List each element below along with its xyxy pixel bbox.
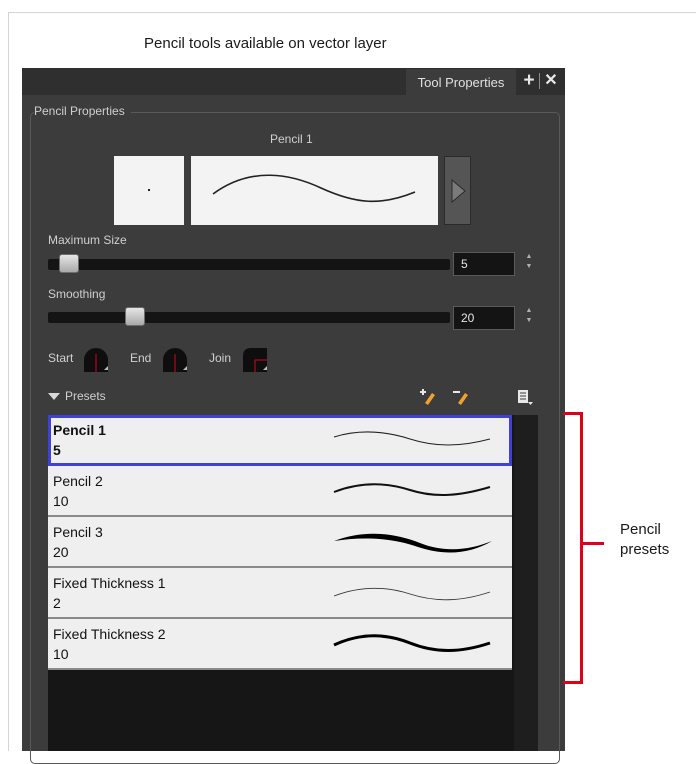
maximum-size-label: Maximum Size [48, 233, 127, 247]
preset-name: Pencil 3 [53, 524, 103, 540]
tab-tool-properties[interactable]: Tool Properties [406, 69, 516, 95]
presets-header-label: Presets [65, 389, 106, 403]
end-label: End [130, 351, 152, 365]
smoothing-spinner[interactable]: ▲ ▼ [524, 306, 534, 326]
bracket-pointer [582, 542, 604, 545]
join-style-button[interactable] [241, 346, 269, 372]
preset-name: Pencil 2 [53, 473, 103, 489]
smoothing-thumb[interactable] [125, 307, 145, 326]
stroke-thumbnail [333, 587, 491, 601]
close-icon[interactable]: ✕ [543, 72, 559, 90]
round-join-icon [243, 348, 267, 372]
presets-scrollbar[interactable] [514, 415, 538, 751]
annotation-line-2: presets [620, 541, 670, 558]
round-cap-icon [163, 348, 187, 372]
preview-expand-button[interactable] [444, 156, 471, 225]
presets-list: Pencil 1 5 Pencil 2 10 Pencil 3 20 Fixed… [48, 415, 538, 751]
stroke-thumbnail [334, 533, 492, 553]
round-cap-icon [84, 348, 108, 372]
tab-divider [539, 73, 540, 89]
delete-preset-icon[interactable] [452, 387, 472, 407]
preset-item-pencil-2[interactable]: Pencil 2 10 [48, 466, 512, 517]
preset-name: Fixed Thickness 1 [53, 575, 166, 591]
annotation-line-1: Pencil [620, 521, 661, 538]
preset-size: 20 [53, 544, 69, 560]
current-preset-name: Pencil 1 [270, 132, 313, 146]
figure-caption: Pencil tools available on vector layer [144, 35, 387, 52]
preset-item-fixed-thickness-1[interactable]: Fixed Thickness 1 2 [48, 568, 512, 619]
stroke-thumbnail [333, 483, 491, 496]
preset-size: 10 [53, 646, 69, 662]
preset-size: 2 [53, 595, 61, 611]
preset-item-pencil-3[interactable]: Pencil 3 20 [48, 517, 512, 568]
presets-bracket [563, 412, 583, 684]
maximum-size-spinner[interactable]: ▲ ▼ [524, 252, 534, 272]
collapse-arrow-icon [48, 393, 60, 401]
end-cap-button[interactable] [161, 346, 189, 372]
smoothing-slider[interactable] [48, 307, 450, 326]
pencil-properties-title: Pencil Properties [34, 104, 131, 118]
tool-properties-panel: Tool Properties + ✕ Pencil Properties Pe… [22, 68, 565, 764]
presets-toggle[interactable]: Presets [48, 389, 106, 403]
play-arrow-icon [451, 178, 466, 204]
preset-item-fixed-thickness-2[interactable]: Fixed Thickness 2 10 [48, 619, 512, 670]
preset-name: Fixed Thickness 2 [53, 626, 166, 642]
maximum-size-slider[interactable] [48, 254, 450, 273]
preset-menu-icon[interactable] [515, 387, 535, 407]
smoothing-field[interactable]: 20 [453, 306, 515, 330]
smoothing-label: Smoothing [48, 287, 106, 301]
start-cap-button[interactable] [82, 346, 110, 372]
preset-size: 5 [53, 442, 61, 458]
maximum-size-field[interactable]: 5 [453, 252, 515, 276]
preset-name: Pencil 1 [53, 422, 106, 438]
stroke-thumbnail [333, 634, 491, 652]
start-label: Start [48, 351, 74, 365]
new-preset-icon[interactable] [419, 387, 439, 407]
maximum-size-thumb[interactable] [59, 254, 79, 273]
join-label: Join [209, 351, 232, 365]
stroke-thumbnail [333, 431, 491, 446]
preset-size: 10 [53, 493, 69, 509]
plus-icon[interactable]: + [521, 71, 537, 90]
preset-item-pencil-1[interactable]: Pencil 1 5 [48, 415, 512, 466]
tip-size-preview [114, 156, 184, 225]
panel-tab-bar: Tool Properties + ✕ [22, 68, 565, 95]
stroke-preview [191, 156, 438, 225]
pencil-presets-annotation: Pencil presets [620, 520, 669, 560]
